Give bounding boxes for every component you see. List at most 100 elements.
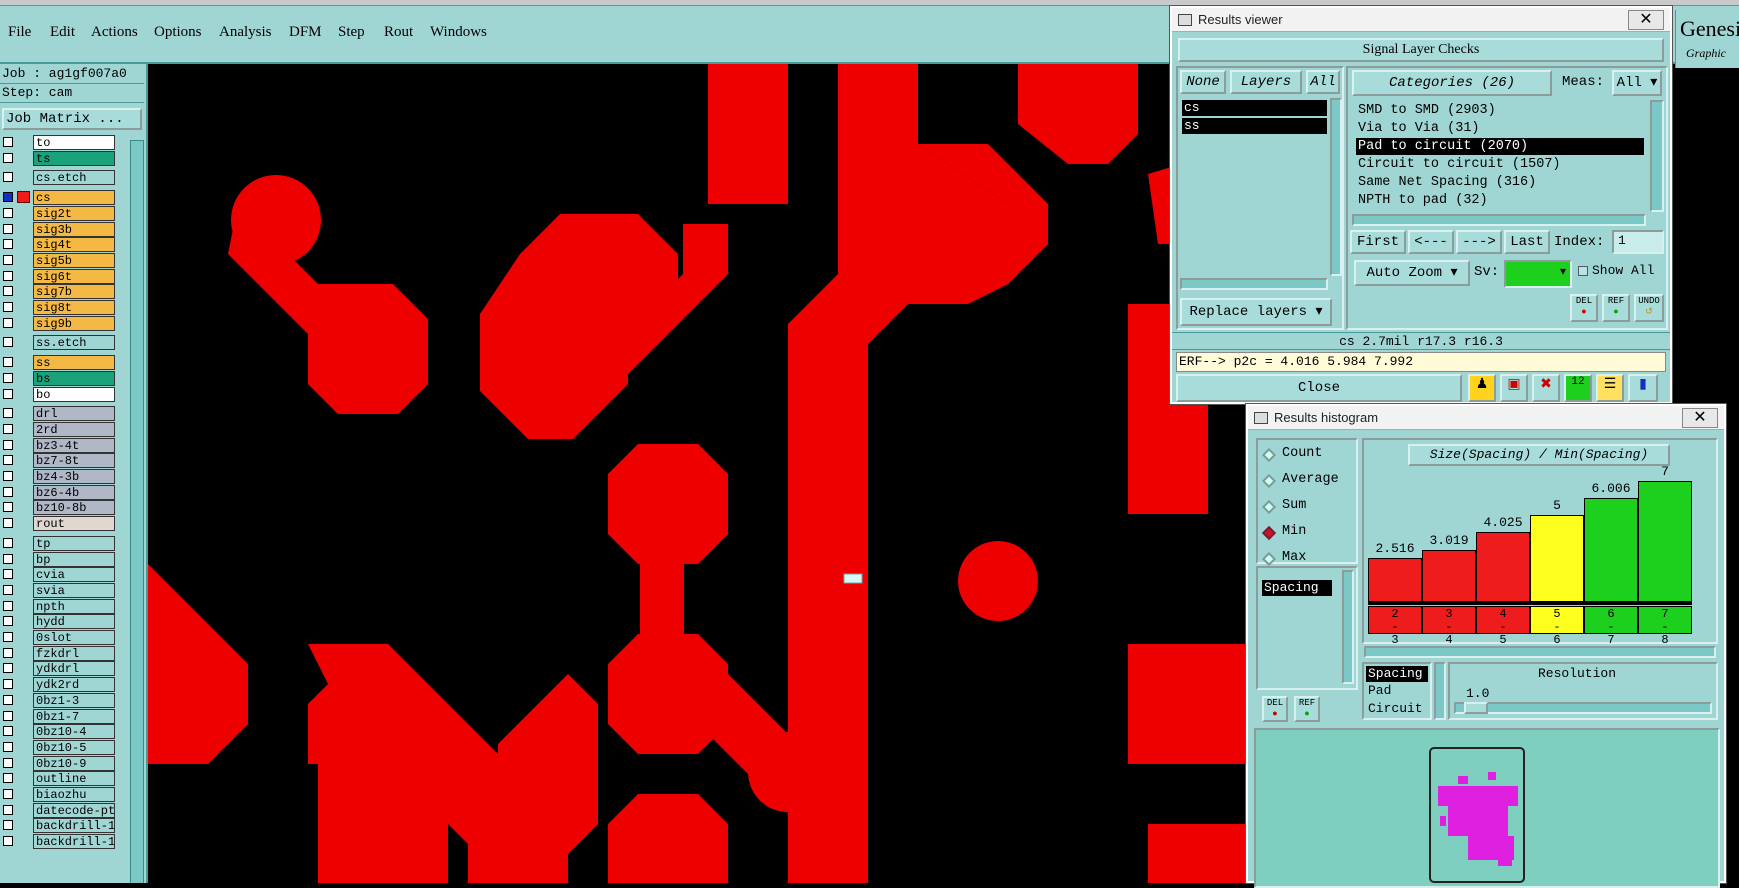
- layer-row[interactable]: cvia: [0, 567, 118, 583]
- layer-row[interactable]: sig2t: [0, 205, 118, 221]
- layers-none-button[interactable]: None: [1180, 70, 1226, 94]
- layer-checkbox[interactable]: [3, 317, 13, 328]
- layer-row[interactable]: outline: [0, 771, 118, 787]
- layer-checkbox[interactable]: [3, 486, 13, 497]
- layer-checkbox[interactable]: [3, 372, 13, 383]
- layer-row[interactable]: bp: [0, 551, 118, 567]
- layer-row[interactable]: 2rd: [0, 421, 118, 437]
- layer-checkbox[interactable]: [3, 471, 13, 481]
- layer-row[interactable]: cs.etch: [0, 170, 118, 186]
- layer-row[interactable]: bz3-4t: [0, 437, 118, 453]
- category-item[interactable]: Via to Via (31): [1356, 120, 1644, 137]
- histogram-bar[interactable]: [1476, 532, 1530, 602]
- layer-checkbox[interactable]: [3, 270, 13, 281]
- layer-checkbox[interactable]: [3, 302, 13, 312]
- layer-row[interactable]: 0bz10-9: [0, 755, 118, 771]
- menu-file[interactable]: File: [8, 24, 31, 41]
- layer-row[interactable]: ss: [0, 355, 118, 371]
- resolution-slider[interactable]: [1454, 702, 1712, 714]
- person-icon[interactable]: ♟: [1468, 374, 1496, 402]
- layer-row[interactable]: 0bz10-4: [0, 724, 118, 740]
- layer-row[interactable]: bz6-4b: [0, 484, 118, 500]
- layer-row[interactable]: sig3b: [0, 221, 118, 237]
- layer-checkbox[interactable]: [3, 537, 13, 548]
- category-item[interactable]: Pad to circuit (2070): [1356, 138, 1644, 155]
- layer-row[interactable]: backdrill-1.: [0, 834, 118, 850]
- layer-row[interactable]: hydd: [0, 614, 118, 630]
- layer-row[interactable]: rout: [0, 516, 118, 532]
- category-item[interactable]: Circuit to circuit (1507): [1356, 156, 1644, 173]
- menu-edit[interactable]: Edit: [50, 24, 75, 41]
- layers-all-button[interactable]: All: [1306, 70, 1340, 94]
- layer-checkbox[interactable]: [3, 804, 13, 815]
- layers-button[interactable]: Layers: [1230, 70, 1302, 94]
- sv-color-select[interactable]: ▾: [1504, 260, 1572, 288]
- layer-checkbox[interactable]: [3, 207, 13, 218]
- layer-checkbox[interactable]: [3, 741, 13, 752]
- category-item[interactable]: SMD to SMD (2903): [1356, 102, 1644, 119]
- layer-checkbox[interactable]: [3, 423, 13, 434]
- layer-row[interactable]: fzkdrl: [0, 645, 118, 661]
- layer-checkbox[interactable]: [3, 455, 13, 466]
- type-item-spacing[interactable]: Spacing: [1366, 666, 1428, 682]
- layer-checkbox[interactable]: [3, 616, 13, 627]
- count-icon[interactable]: 12: [1564, 374, 1592, 402]
- layer-row[interactable]: sig8t: [0, 300, 118, 315]
- layer-checkbox[interactable]: [3, 192, 13, 203]
- categories-button[interactable]: Categories (26): [1352, 70, 1552, 96]
- close-icon[interactable]: ✕: [1628, 10, 1664, 30]
- chart-h-scrollbar[interactable]: [1364, 646, 1716, 658]
- layer-row[interactable]: ydkdrl: [0, 661, 118, 677]
- layer-checkbox[interactable]: [3, 408, 13, 419]
- layer-checkbox[interactable]: [3, 820, 13, 831]
- layer-row[interactable]: ydk2rd: [0, 677, 118, 693]
- layer-checkbox[interactable]: [3, 647, 13, 658]
- layer-checkbox[interactable]: [3, 388, 13, 399]
- meas-select[interactable]: All ▾: [1612, 70, 1662, 96]
- layer-row[interactable]: ts: [0, 150, 118, 166]
- layer-checkbox[interactable]: [3, 152, 13, 163]
- layer-row[interactable]: 0slot: [0, 630, 118, 645]
- menu-rout[interactable]: Rout: [384, 24, 413, 41]
- ref-button[interactable]: REF ●: [1602, 294, 1630, 322]
- field-item-spacing[interactable]: Spacing: [1262, 580, 1332, 596]
- report-icon[interactable]: ▣: [1500, 374, 1528, 402]
- job-matrix-button[interactable]: Job Matrix ...: [2, 108, 142, 130]
- resolution-slider-handle[interactable]: [1464, 702, 1488, 714]
- layer-checkbox[interactable]: [3, 518, 13, 529]
- layer-checkbox[interactable]: [3, 632, 13, 642]
- layer-checkbox[interactable]: [3, 726, 13, 737]
- layer-row[interactable]: 0bz10-5: [0, 739, 118, 755]
- layer-row[interactable]: sig4t: [0, 237, 118, 253]
- last-button[interactable]: Last: [1504, 230, 1550, 254]
- histogram-bar[interactable]: [1530, 515, 1584, 602]
- categories-h-scrollbar[interactable]: [1352, 214, 1646, 226]
- menu-actions[interactable]: Actions: [91, 24, 138, 41]
- type-list-scrollbar[interactable]: [1434, 662, 1446, 720]
- layer-row[interactable]: 0bz1-3: [0, 692, 118, 708]
- layer-checkbox[interactable]: [3, 553, 13, 564]
- type-item-circuit[interactable]: Circuit: [1368, 701, 1423, 716]
- layer-row[interactable]: tp: [0, 535, 118, 551]
- layer-row[interactable]: sig9b: [0, 315, 118, 331]
- layer-checkbox[interactable]: [3, 710, 13, 721]
- histogram-icon[interactable]: ▮: [1628, 374, 1658, 402]
- hist-del-button[interactable]: DEL ●: [1262, 696, 1288, 722]
- layer-checkbox[interactable]: [3, 600, 13, 611]
- signal-layer-checks-header[interactable]: Signal Layer Checks: [1178, 38, 1664, 62]
- layers-scrollbar[interactable]: [1330, 98, 1342, 276]
- layer-checkbox[interactable]: [3, 137, 13, 147]
- layer-row[interactable]: to: [0, 135, 118, 150]
- layer-row[interactable]: npth: [0, 598, 118, 614]
- layer-checkbox[interactable]: [3, 663, 13, 674]
- layer-checkbox[interactable]: [3, 773, 13, 784]
- pcb-canvas[interactable]: [148, 64, 1248, 883]
- layer-checkbox[interactable]: [3, 757, 13, 768]
- layer-checkbox[interactable]: [3, 254, 13, 265]
- histogram-bar[interactable]: [1368, 558, 1422, 602]
- layer-row[interactable]: svia: [0, 582, 118, 598]
- next-button[interactable]: --->: [1456, 230, 1502, 254]
- menu-windows[interactable]: Windows: [430, 24, 487, 41]
- layer-row[interactable]: bo: [0, 386, 118, 402]
- show-all-checkbox[interactable]: [1578, 266, 1588, 276]
